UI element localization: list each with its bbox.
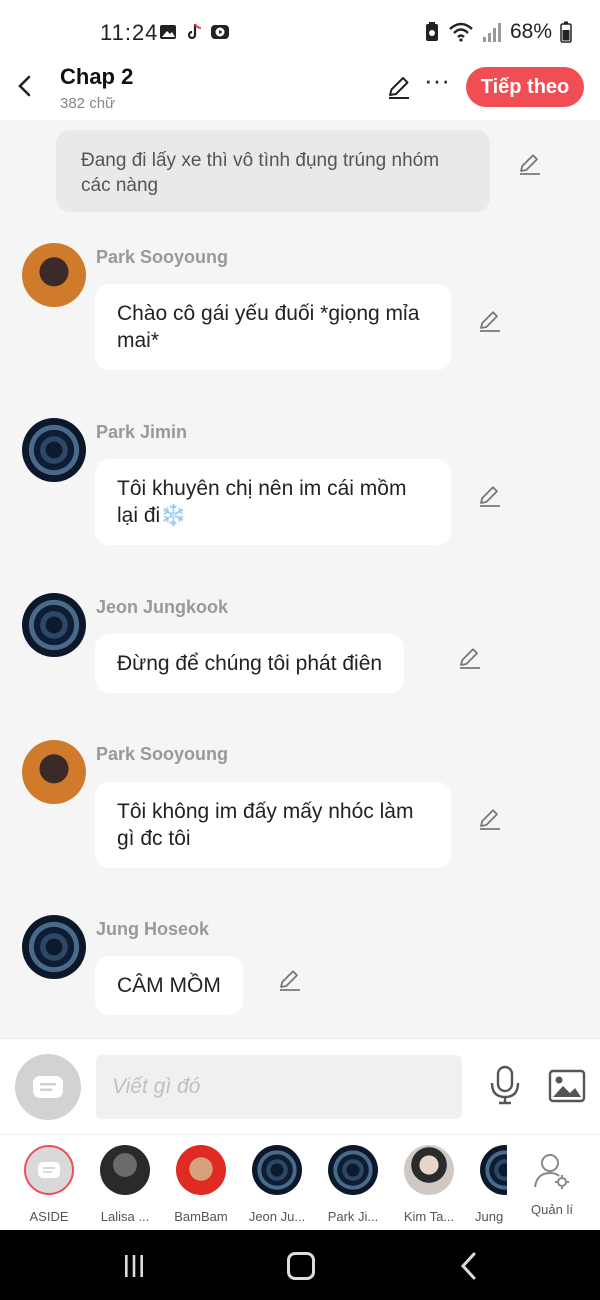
avatar: [176, 1145, 226, 1195]
battery-icon: [560, 21, 572, 43]
tiktok-icon: [187, 23, 202, 40]
wifi-icon: [449, 22, 473, 42]
edit-message-icon[interactable]: [478, 807, 502, 831]
character-jeon-jungkook[interactable]: Jeon Ju...: [239, 1145, 315, 1224]
edit-message-icon[interactable]: [478, 484, 502, 508]
character-bar: ASIDE Lalisa ... BamBam Jeon Ju... Park …: [0, 1134, 600, 1230]
edit-chapter-icon[interactable]: [386, 74, 412, 100]
character-lalisa[interactable]: Lalisa ...: [87, 1145, 163, 1224]
aside-toggle-button[interactable]: [15, 1054, 81, 1120]
gallery-icon: [160, 25, 176, 39]
nav-back-icon[interactable]: [458, 1252, 478, 1280]
next-button[interactable]: Tiếp theo: [466, 67, 584, 107]
aside-message-icon: [33, 1076, 63, 1098]
message-bubble[interactable]: Tôi khuyên chị nên im cái mồm lại đi❄️: [95, 459, 451, 545]
character-name: Jung: [475, 1209, 504, 1224]
character-name: Park Ji...: [327, 1209, 379, 1224]
image-upload-icon[interactable]: [548, 1069, 586, 1103]
edit-message-icon[interactable]: [458, 646, 482, 670]
sender-name: Park Sooyoung: [96, 247, 229, 267]
character-name: Kim Ta...: [403, 1209, 455, 1224]
character-name: ASIDE: [29, 1209, 69, 1224]
chapter-header: Chap 2 382 chữ ··· Tiếp theo: [0, 62, 600, 120]
chat-area: Đang đi lấy xe thì vô tình đụng trúng nh…: [0, 120, 600, 1038]
character-name: Lalisa ...: [100, 1209, 150, 1224]
aside-avatar: [24, 1145, 74, 1195]
avatar: [404, 1145, 454, 1195]
signal-icon: [482, 23, 501, 42]
more-options-button[interactable]: ···: [424, 67, 450, 96]
character-name: Jeon Ju...: [248, 1209, 306, 1224]
sender-name: Jeon Jungkook: [96, 597, 229, 617]
edit-message-icon[interactable]: [278, 968, 302, 992]
avatar: [480, 1145, 507, 1195]
sender-name: Park Sooyoung: [96, 744, 229, 764]
back-arrow-icon: [18, 75, 31, 97]
recents-icon[interactable]: [122, 1254, 146, 1278]
character-park-jimin[interactable]: Park Ji...: [315, 1145, 391, 1224]
character-bambam[interactable]: BamBam: [163, 1145, 239, 1224]
avatar: [100, 1145, 150, 1195]
youtube-icon: [211, 25, 229, 39]
character-kim-taehyung[interactable]: Kim Ta...: [391, 1145, 467, 1224]
message-bubble[interactable]: Đừng để chúng tôi phát điên: [95, 634, 405, 693]
chapter-title: Chap 2: [60, 64, 134, 89]
manage-characters-button[interactable]: Quản lí: [514, 1145, 590, 1217]
message-bubble[interactable]: Tôi không im đấy mấy nhóc làm gì đc tôi: [95, 782, 451, 868]
character-jung-hoseok[interactable]: Jung: [467, 1145, 507, 1224]
system-nav-bar: [0, 1230, 600, 1300]
status-time: 11:24: [100, 20, 159, 45]
battery-percent: 68%: [509, 20, 552, 43]
aside-message-icon: [38, 1162, 60, 1178]
back-button[interactable]: [12, 72, 36, 100]
sender-name: Park Jimin: [96, 422, 188, 442]
edit-narration-icon[interactable]: [518, 152, 542, 176]
microphone-icon[interactable]: [488, 1065, 522, 1105]
notification-icons: [158, 22, 230, 42]
avatar: [252, 1145, 302, 1195]
message-bubble[interactable]: CÂM MỒM: [95, 956, 243, 1015]
recycle-battery-icon: [425, 22, 438, 41]
avatar: [328, 1145, 378, 1195]
avatar-jeon-jungkook[interactable]: [22, 593, 86, 657]
avatar-park-sooyoung[interactable]: [22, 243, 86, 307]
word-count: 382 chữ: [60, 95, 116, 112]
edit-message-icon[interactable]: [478, 309, 502, 333]
character-aside[interactable]: ASIDE: [11, 1145, 87, 1224]
message-bubble[interactable]: Chào cô gái yếu đuối *giọng mỉa mai*: [95, 284, 451, 370]
user-settings-icon: [534, 1154, 569, 1189]
narration-bubble[interactable]: Đang đi lấy xe thì vô tình đụng trúng nh…: [56, 130, 490, 212]
avatar-park-jimin[interactable]: [22, 418, 86, 482]
message-input[interactable]: [96, 1055, 462, 1119]
home-icon[interactable]: [287, 1252, 315, 1280]
status-bar: 11:24 68%: [0, 0, 600, 62]
character-name: BamBam: [174, 1209, 228, 1224]
message-input-bar: [0, 1038, 600, 1134]
system-status: 68%: [424, 20, 572, 44]
sender-name: Jung Hoseok: [96, 919, 210, 939]
avatar-park-sooyoung[interactable]: [22, 740, 86, 804]
character-name: Quản lí: [531, 1202, 573, 1217]
avatar-jung-hoseok[interactable]: [22, 915, 86, 979]
